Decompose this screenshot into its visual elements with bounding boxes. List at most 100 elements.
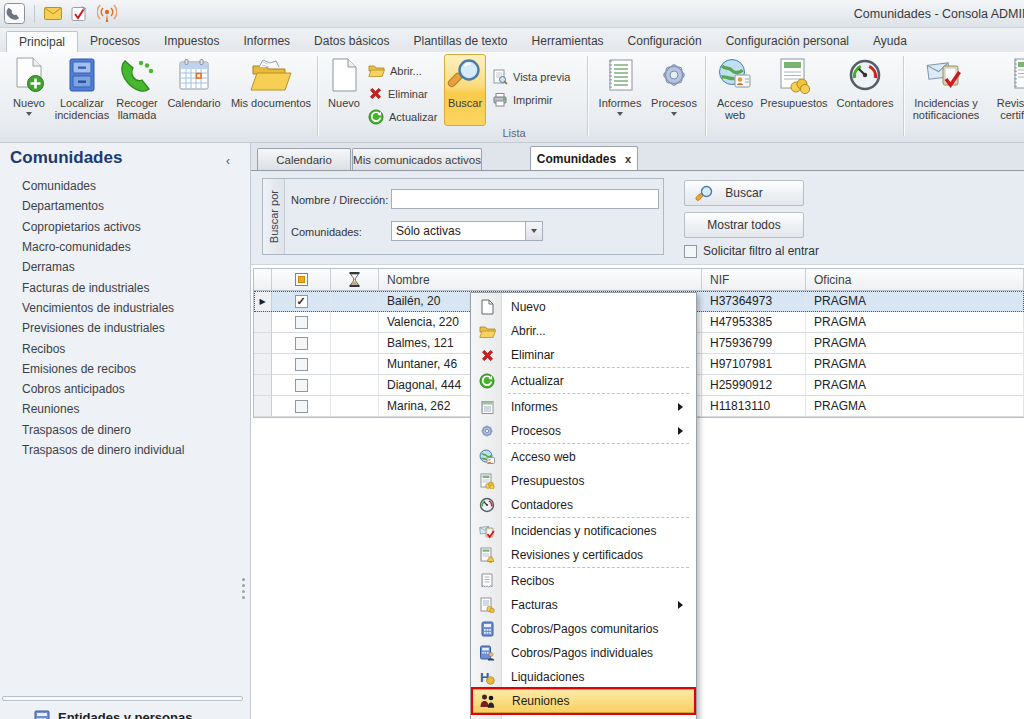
- ribbon-tab-configuraci-n-personal[interactable]: Configuración personal: [714, 31, 861, 52]
- name-input[interactable]: [391, 189, 659, 209]
- sidebar-item-vencimientos-de-industriales[interactable]: Vencimientos de industriales: [22, 298, 246, 318]
- row-checkbox[interactable]: [272, 354, 331, 375]
- status-column-header[interactable]: [331, 269, 379, 291]
- sidebar-item-recibos[interactable]: Recibos: [22, 338, 246, 358]
- context-menu-item-cobros-pagos-comunitarios[interactable]: Cobros/Pagos comunitarios: [471, 617, 696, 641]
- tasks-icon[interactable]: [71, 5, 88, 22]
- sidebar-item-copropietarios-activos[interactable]: Copropietarios activos: [22, 217, 246, 237]
- select-all-header[interactable]: [272, 269, 331, 291]
- context-menu-item-procesos[interactable]: Procesos: [471, 419, 696, 443]
- sidebar-item-facturas-de-industriales[interactable]: Facturas de industriales: [22, 277, 246, 297]
- context-menu-item-abrir-[interactable]: Abrir...: [471, 319, 696, 343]
- ribbon-revisiones-button[interactable]: Revisiones y certificados: [988, 55, 1024, 121]
- column-header-nif[interactable]: NIF: [702, 269, 806, 291]
- context-menu-item-actualizar[interactable]: Actualizar: [471, 369, 696, 393]
- ribbon-tab-informes[interactable]: Informes: [231, 31, 302, 52]
- ribbon-tab-procesos[interactable]: Procesos: [78, 31, 152, 52]
- cell-oficina[interactable]: PRAGMA: [806, 333, 1024, 354]
- ribbon-tab-impuestos[interactable]: Impuestos: [152, 31, 231, 52]
- row-checkbox[interactable]: [272, 396, 331, 417]
- ribbon-mis-documentos-button[interactable]: Mis documentos: [228, 55, 314, 109]
- cell-oficina[interactable]: PRAGMA: [806, 375, 1024, 396]
- cell-nif[interactable]: H11813110: [702, 396, 806, 417]
- row-checkbox[interactable]: [272, 333, 331, 354]
- context-menu-item-informes[interactable]: Informes: [471, 395, 696, 419]
- context-menu-item-revisiones-y-certificados[interactable]: Revisiones y certificados: [471, 543, 696, 567]
- ribbon-procesos-button[interactable]: Procesos: [648, 55, 700, 121]
- collapse-sidebar-button[interactable]: ‹: [226, 154, 230, 168]
- sidebar-item-derramas[interactable]: Derramas: [22, 257, 246, 277]
- ribbon-tab-ayuda[interactable]: Ayuda: [861, 31, 919, 52]
- sidebar-item-emisiones-de-recibos[interactable]: Emisiones de recibos: [22, 359, 246, 379]
- ribbon-informes-button[interactable]: Informes: [594, 55, 646, 121]
- cell-oficina[interactable]: PRAGMA: [806, 396, 1024, 417]
- communities-select[interactable]: Sólo activas: [391, 221, 543, 241]
- context-menu-item-contadores[interactable]: Contadores: [471, 493, 696, 517]
- ribbon-acceso-web-button[interactable]: Acceso web: [712, 55, 758, 121]
- context-menu-item-acceso-web[interactable]: Acceso web: [471, 445, 696, 469]
- splitter-grip[interactable]: [242, 575, 246, 602]
- cell-oficina[interactable]: PRAGMA: [806, 312, 1024, 333]
- chevron-down-icon[interactable]: [525, 222, 542, 240]
- cell-nif[interactable]: H37364973: [702, 291, 806, 312]
- ribbon-localizar-incidencias-button[interactable]: Localizar incidencias: [54, 55, 110, 121]
- context-menu-item-eliminar[interactable]: Eliminar: [471, 343, 696, 367]
- buscar-button[interactable]: Buscar: [684, 180, 804, 206]
- ribbon-nuevo-button[interactable]: Nuevo: [6, 55, 52, 121]
- mail-icon[interactable]: [44, 7, 62, 20]
- cell-nif[interactable]: H97107981: [702, 354, 806, 375]
- document-tab-comunidades[interactable]: Comunidadesx: [530, 146, 638, 170]
- ribbon-nuevo-lista-button[interactable]: Nuevo: [322, 55, 366, 109]
- row-checkbox[interactable]: ✓: [272, 291, 331, 312]
- sidebar-item-entidades[interactable]: Entidades y personas: [34, 709, 192, 719]
- sidebar-item-traspasos-de-dinero-individual[interactable]: Traspasos de dinero individual: [22, 440, 246, 460]
- context-menu-item-facturas[interactable]: Facturas: [471, 593, 696, 617]
- sidebar-item-comunidades[interactable]: Comunidades: [22, 176, 246, 196]
- ribbon-calendario-button[interactable]: Calendario: [162, 55, 226, 109]
- ribbon-buscar-button[interactable]: Buscar: [444, 54, 486, 126]
- row-indicator-header: [254, 269, 272, 291]
- column-header-oficina[interactable]: Oficina: [806, 269, 1024, 291]
- sidebar-item-reuniones[interactable]: Reuniones: [22, 399, 246, 419]
- cell-oficina[interactable]: PRAGMA: [806, 291, 1024, 312]
- row-checkbox[interactable]: [272, 375, 331, 396]
- ribbon-vista-previa-button[interactable]: Vista previa: [492, 65, 584, 88]
- row-checkbox[interactable]: [272, 312, 331, 333]
- context-menu-item-incidencias-y-notificaciones[interactable]: Incidencias y notificaciones: [471, 519, 696, 543]
- ribbon-presupuestos-button[interactable]: Presupuestos: [760, 55, 828, 109]
- ribbon-tab-plantillas-de-texto[interactable]: Plantillas de texto: [401, 31, 519, 52]
- sidebar-item-previsiones-de-industriales[interactable]: Previsiones de industriales: [22, 318, 246, 338]
- context-menu-item-cobros-pagos-individuales[interactable]: Cobros/Pagos individuales: [471, 641, 696, 665]
- ribbon-contadores-button[interactable]: Contadores: [832, 55, 898, 109]
- document-tab-mis-comunicados-activos[interactable]: Mis comunicados activos: [352, 148, 482, 170]
- group-separator: [587, 56, 588, 136]
- cell-oficina[interactable]: PRAGMA: [806, 354, 1024, 375]
- cell-nif[interactable]: H25990912: [702, 375, 806, 396]
- ribbon-incidencias-button[interactable]: Incidencias y notificaciones: [908, 55, 984, 121]
- context-menu-item-recibos[interactable]: Recibos: [471, 569, 696, 593]
- cell-nif[interactable]: H47953385: [702, 312, 806, 333]
- sidebar-item-departamentos[interactable]: Departamentos: [22, 196, 246, 216]
- solicitar-filtro-checkbox[interactable]: [684, 245, 697, 258]
- sidebar-item-macro-comunidades[interactable]: Macro-comunidades: [22, 237, 246, 257]
- ribbon-tab-datos-b-sicos[interactable]: Datos básicos: [302, 31, 401, 52]
- sidebar-section-splitter[interactable]: [2, 696, 243, 701]
- mostrar-todos-button[interactable]: Mostrar todos: [684, 212, 804, 238]
- broadcast-icon[interactable]: [97, 4, 117, 23]
- app-icon[interactable]: [4, 3, 25, 24]
- document-tab-calendario[interactable]: Calendario: [257, 148, 351, 170]
- ribbon-tab-configuraci-n[interactable]: Configuración: [616, 31, 714, 52]
- sidebar-item-cobros-anticipados[interactable]: Cobros anticipados: [22, 379, 246, 399]
- context-menu-item-nuevo[interactable]: Nuevo: [471, 295, 696, 319]
- sidebar-item-traspasos-de-dinero[interactable]: Traspasos de dinero: [22, 420, 246, 440]
- ribbon-imprimir-button[interactable]: Imprimir: [492, 88, 584, 111]
- close-tab-icon[interactable]: x: [625, 153, 631, 165]
- ribbon-recoger-llamada-button[interactable]: Recoger llamada: [112, 55, 162, 121]
- ribbon-tab-principal[interactable]: Principal: [6, 31, 78, 52]
- column-header-nombre[interactable]: Nombre: [379, 269, 702, 291]
- invoice-icon: [478, 596, 496, 614]
- context-menu-item-liquidaciones[interactable]: HLiquidaciones: [471, 665, 696, 689]
- cell-nif[interactable]: H75936799: [702, 333, 806, 354]
- context-menu-item-presupuestos[interactable]: Presupuestos: [471, 469, 696, 493]
- ribbon-tab-herramientas[interactable]: Herramientas: [520, 31, 616, 52]
